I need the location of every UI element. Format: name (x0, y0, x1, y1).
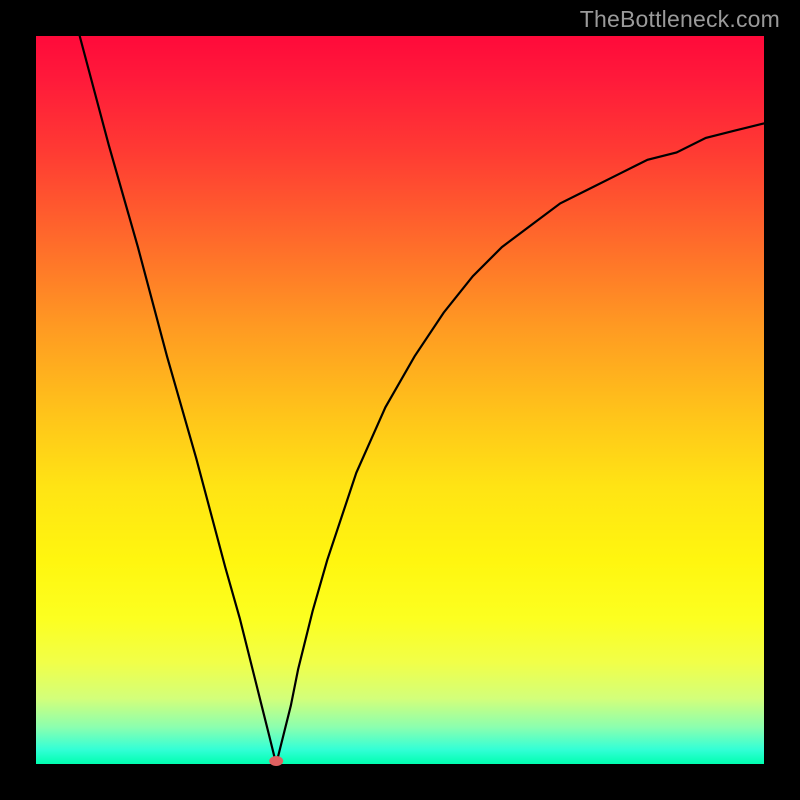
chart-frame: TheBottleneck.com (0, 0, 800, 800)
watermark-text: TheBottleneck.com (580, 6, 780, 33)
plot-area (36, 36, 764, 764)
bottleneck-curve (80, 36, 764, 764)
curve-svg (36, 36, 764, 764)
vertex-marker (269, 756, 283, 766)
